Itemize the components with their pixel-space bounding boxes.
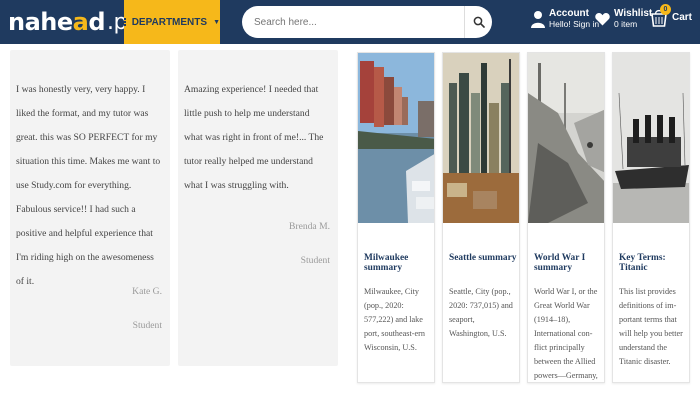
world-war-i-image [528, 53, 604, 223]
chevron-down-icon: ▼ [213, 18, 220, 26]
logo-text-main: nahe [8, 8, 73, 36]
card-description: This list provides definitions of im-por… [619, 287, 683, 366]
cart-count-badge: 0 [660, 4, 671, 15]
summary-card-milwaukee[interactable]: Milwaukee summary Milwaukee, City (pop.,… [357, 52, 435, 383]
review-text: I was honestly very, very happy. I liked… [16, 84, 161, 287]
card-description: Seattle, City (pop., 2020: 737,015) and … [449, 287, 513, 338]
heart-icon [595, 12, 610, 25]
account-subtitle: Hello! Sign in [549, 19, 600, 29]
wishlist-button[interactable]: Wishlist 0 item [595, 8, 652, 29]
search-icon [473, 16, 485, 28]
titanic-image [613, 53, 689, 223]
card-title: Key Terms: Titanic [619, 253, 666, 273]
review-card: I was honestly very, very happy. I liked… [10, 50, 170, 366]
card-title: World War I summary [534, 253, 586, 273]
wishlist-title: Wishlist [614, 8, 653, 19]
summary-card-titanic[interactable]: Key Terms: Titanic This list provides de… [612, 52, 690, 383]
search-input[interactable] [242, 6, 464, 38]
card-title: Seattle summary [449, 253, 517, 263]
departments-label: DEPARTMENTS [131, 16, 208, 28]
search-button[interactable] [464, 6, 492, 38]
logo-text-accent: a [72, 8, 89, 36]
reviewer-role: Student [132, 320, 162, 331]
reviewer-role: Student [300, 255, 330, 266]
account-title: Account [549, 8, 589, 19]
menu-icon [124, 18, 126, 26]
card-title: Milwaukee summary [364, 253, 409, 273]
cart-button[interactable]: 0 Cart [650, 4, 693, 28]
summary-card-seattle[interactable]: Seattle summary Seattle, City (pop., 202… [442, 52, 520, 383]
card-description: Milwaukee, City (pop., 2020: 577,222) an… [364, 287, 425, 352]
account-button[interactable]: Account Hello! Sign in [531, 8, 599, 29]
milwaukee-image [358, 53, 434, 223]
logo-text-rest: d [88, 8, 106, 36]
top-header: nahead.pk DEPARTMENTS ▼ Account Hello! S… [0, 0, 700, 44]
review-card: Amazing experience! I needed that little… [178, 50, 338, 366]
seattle-image [443, 53, 519, 223]
site-logo[interactable]: nahead.pk [8, 6, 140, 38]
reviewer-name: Brenda M. [288, 221, 330, 232]
search-bar [242, 6, 492, 38]
reviewer-name: Kate G. [132, 286, 162, 297]
wishlist-count: 0 item [614, 19, 638, 29]
card-description: World War I, or the Great World War (191… [534, 287, 598, 380]
summary-card-world-war-i[interactable]: World War I summary World War I, or the … [527, 52, 605, 383]
cart-label: Cart [672, 11, 693, 23]
review-text: Amazing experience! I needed that little… [184, 84, 324, 191]
user-icon [531, 10, 545, 28]
departments-button[interactable]: DEPARTMENTS ▼ [124, 0, 220, 44]
